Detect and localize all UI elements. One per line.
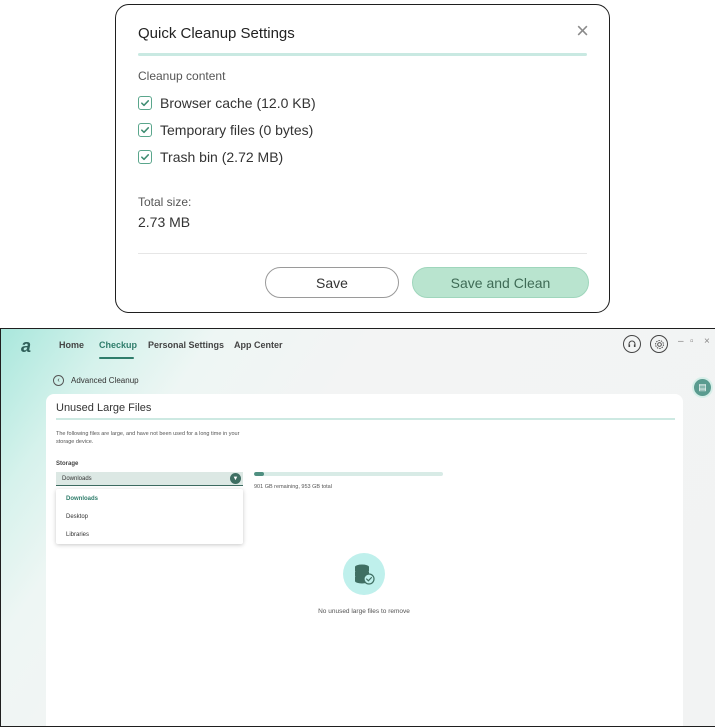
close-window-icon[interactable]: × (704, 336, 710, 347)
trash-bin-option[interactable]: Trash bin (2.72 MB) (138, 149, 283, 165)
close-icon[interactable]: × (576, 20, 589, 42)
checkbox-checked-icon[interactable] (138, 96, 152, 110)
temporary-files-option[interactable]: Temporary files (0 bytes) (138, 122, 313, 138)
card-title: Unused Large Files (56, 402, 152, 414)
minimize-icon[interactable]: – (678, 336, 684, 347)
side-panel-icon[interactable]: ▤ (692, 377, 713, 398)
nav-home[interactable]: Home (59, 340, 84, 350)
total-size-value: 2.73 MB (138, 214, 191, 230)
title-divider (138, 53, 587, 56)
chevron-down-icon[interactable]: ▼ (230, 473, 241, 484)
storage-progress-fill (254, 472, 265, 476)
browser-cache-label: Browser cache (12.0 KB) (160, 95, 316, 111)
total-size-label: Total size: (138, 195, 192, 209)
storage-select-value: Downloads (62, 475, 92, 482)
save-and-clean-button[interactable]: Save and Clean (412, 267, 589, 298)
dropdown-option-downloads[interactable]: Downloads (66, 496, 98, 502)
temporary-files-label: Temporary files (0 bytes) (160, 122, 314, 138)
card-description: The following files are large, and have … (56, 431, 240, 445)
nav-app-center[interactable]: App Center (234, 340, 283, 350)
nav-personal-settings[interactable]: Personal Settings (148, 340, 224, 350)
app-logo: a (21, 336, 32, 356)
back-advanced-cleanup[interactable]: ‹ Advanced Cleanup (53, 375, 139, 386)
back-label: Advanced Cleanup (71, 376, 139, 385)
unused-large-files-card: Unused Large Files The following files a… (46, 394, 683, 726)
empty-state-message: No unused large files to remove (318, 608, 410, 615)
storage-select[interactable]: Downloads ▼ (56, 472, 243, 486)
headset-icon[interactable] (623, 335, 641, 353)
dropdown-option-libraries[interactable]: Libraries (66, 532, 89, 538)
browser-cache-option[interactable]: Browser cache (12.0 KB) (138, 95, 316, 111)
database-check-icon (343, 553, 385, 595)
quick-cleanup-dialog: Quick Cleanup Settings × Cleanup content… (115, 4, 610, 313)
dialog-title: Quick Cleanup Settings (138, 25, 295, 42)
nav-active-indicator (99, 357, 134, 359)
storage-remaining-text: 901 GB remaining, 953 GB total (254, 484, 332, 490)
restore-icon[interactable]: ▫ (690, 336, 694, 347)
cleanup-content-label: Cleanup content (138, 69, 226, 83)
dropdown-option-desktop[interactable]: Desktop (66, 514, 88, 520)
nav-checkup[interactable]: Checkup (99, 340, 137, 350)
storage-progress-bar (254, 472, 443, 476)
back-arrow-icon[interactable]: ‹ (53, 375, 64, 386)
storage-dropdown-menu: Downloads Desktop Libraries (56, 489, 243, 544)
footer-divider (138, 253, 587, 254)
gear-icon[interactable] (650, 335, 668, 353)
checkbox-checked-icon[interactable] (138, 150, 152, 164)
app-window: a Home Checkup Personal Settings App Cen… (0, 328, 715, 727)
save-button[interactable]: Save (265, 267, 399, 298)
card-divider (56, 418, 675, 420)
trash-bin-label: Trash bin (2.72 MB) (160, 149, 284, 165)
storage-label: Storage (56, 461, 79, 467)
checkbox-checked-icon[interactable] (138, 123, 152, 137)
